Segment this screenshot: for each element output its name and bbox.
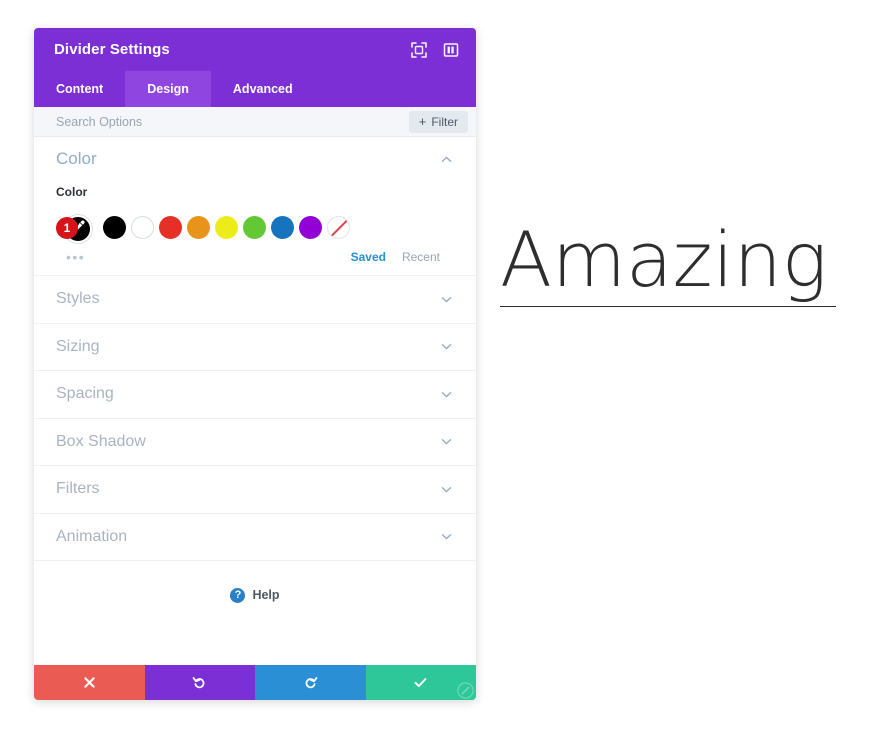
app-canvas: Divider Settings Content Design Advanced… (0, 0, 880, 735)
checkmark-icon (413, 675, 428, 690)
preview-heading: Amazing (500, 215, 828, 304)
section-filters[interactable]: Filters (34, 466, 476, 514)
no-color-slash-icon (328, 217, 349, 238)
chevron-down-icon[interactable] (438, 481, 454, 497)
section-color-header[interactable]: Color (56, 137, 454, 181)
panel-tabs: Content Design Advanced (34, 71, 476, 107)
divider-module[interactable] (500, 306, 836, 307)
close-icon (83, 676, 96, 689)
undo-icon (192, 675, 207, 690)
preview-content: Amazing (500, 222, 836, 307)
section-styles[interactable]: Styles (34, 276, 476, 324)
swatch-transparent[interactable] (327, 216, 350, 239)
chevron-up-icon[interactable] (438, 151, 454, 167)
chevron-down-icon[interactable] (438, 291, 454, 307)
swatch-yellow[interactable] (215, 216, 238, 239)
color-count-badge: 1 (56, 217, 78, 239)
more-colors-button[interactable]: ••• (66, 250, 85, 264)
section-color-title: Color (56, 149, 97, 168)
swatch-white[interactable] (131, 216, 154, 239)
swatch-orange[interactable] (187, 216, 210, 239)
swatch-green[interactable] (243, 216, 266, 239)
fullscreen-icon[interactable] (410, 41, 428, 59)
chevron-down-icon[interactable] (438, 386, 454, 402)
help-button[interactable]: ? Help (34, 561, 476, 629)
section-sizing-title: Sizing (56, 337, 100, 355)
tab-design[interactable]: Design (125, 71, 211, 107)
section-filters-title: Filters (56, 480, 100, 498)
color-swatch-row: 1 (56, 212, 454, 247)
section-spacing-title: Spacing (56, 385, 114, 403)
panel-header-icons (410, 41, 460, 59)
search-input[interactable] (56, 114, 409, 129)
swatch-red[interactable] (159, 216, 182, 239)
section-spacing[interactable]: Spacing (34, 371, 476, 419)
divider-settings-panel: Divider Settings Content Design Advanced… (34, 28, 476, 700)
chevron-down-icon[interactable] (438, 434, 454, 450)
panel-title: Divider Settings (54, 41, 170, 58)
chevron-down-icon[interactable] (438, 529, 454, 545)
section-styles-title: Styles (56, 290, 100, 308)
recent-colors-link[interactable]: Recent (402, 250, 440, 264)
tab-content[interactable]: Content (34, 71, 125, 107)
color-swatch-subrow: ••• Saved Recent (56, 247, 454, 275)
filter-button[interactable]: + Filter (408, 110, 468, 133)
redo-icon (303, 675, 318, 690)
swatch-blue[interactable] (271, 216, 294, 239)
color-palette-links: Saved Recent (351, 250, 454, 264)
tab-advanced[interactable]: Advanced (211, 71, 315, 107)
redo-button[interactable] (255, 665, 366, 700)
chevron-down-icon[interactable] (438, 339, 454, 355)
swatch-black[interactable] (103, 216, 126, 239)
section-box-shadow[interactable]: Box Shadow (34, 419, 476, 466)
panel-bottom-spacer (34, 629, 476, 665)
swatch-purple[interactable] (299, 216, 322, 239)
panel-resize-handle[interactable] (457, 682, 474, 699)
undo-button[interactable] (144, 665, 255, 700)
section-color: Color Color 1 ••• Saved Recent (34, 137, 476, 276)
section-box-shadow-title: Box Shadow (56, 432, 146, 450)
section-animation[interactable]: Animation (34, 514, 476, 561)
saved-colors-link[interactable]: Saved (351, 250, 386, 264)
help-circle-icon: ? (230, 587, 246, 603)
selected-color-swatch-wrap: 1 (56, 212, 92, 243)
panel-header: Divider Settings (34, 28, 476, 71)
help-label: Help (252, 588, 280, 602)
color-field-label: Color (56, 185, 88, 199)
plus-icon: + (418, 114, 427, 129)
cancel-button[interactable] (34, 665, 145, 700)
layout-toggle-icon[interactable] (442, 41, 460, 59)
panel-action-bar (34, 665, 476, 700)
filter-button-label: Filter (431, 114, 458, 129)
search-row: + Filter (34, 107, 476, 137)
section-sizing[interactable]: Sizing (34, 324, 476, 371)
section-animation-title: Animation (56, 527, 128, 545)
